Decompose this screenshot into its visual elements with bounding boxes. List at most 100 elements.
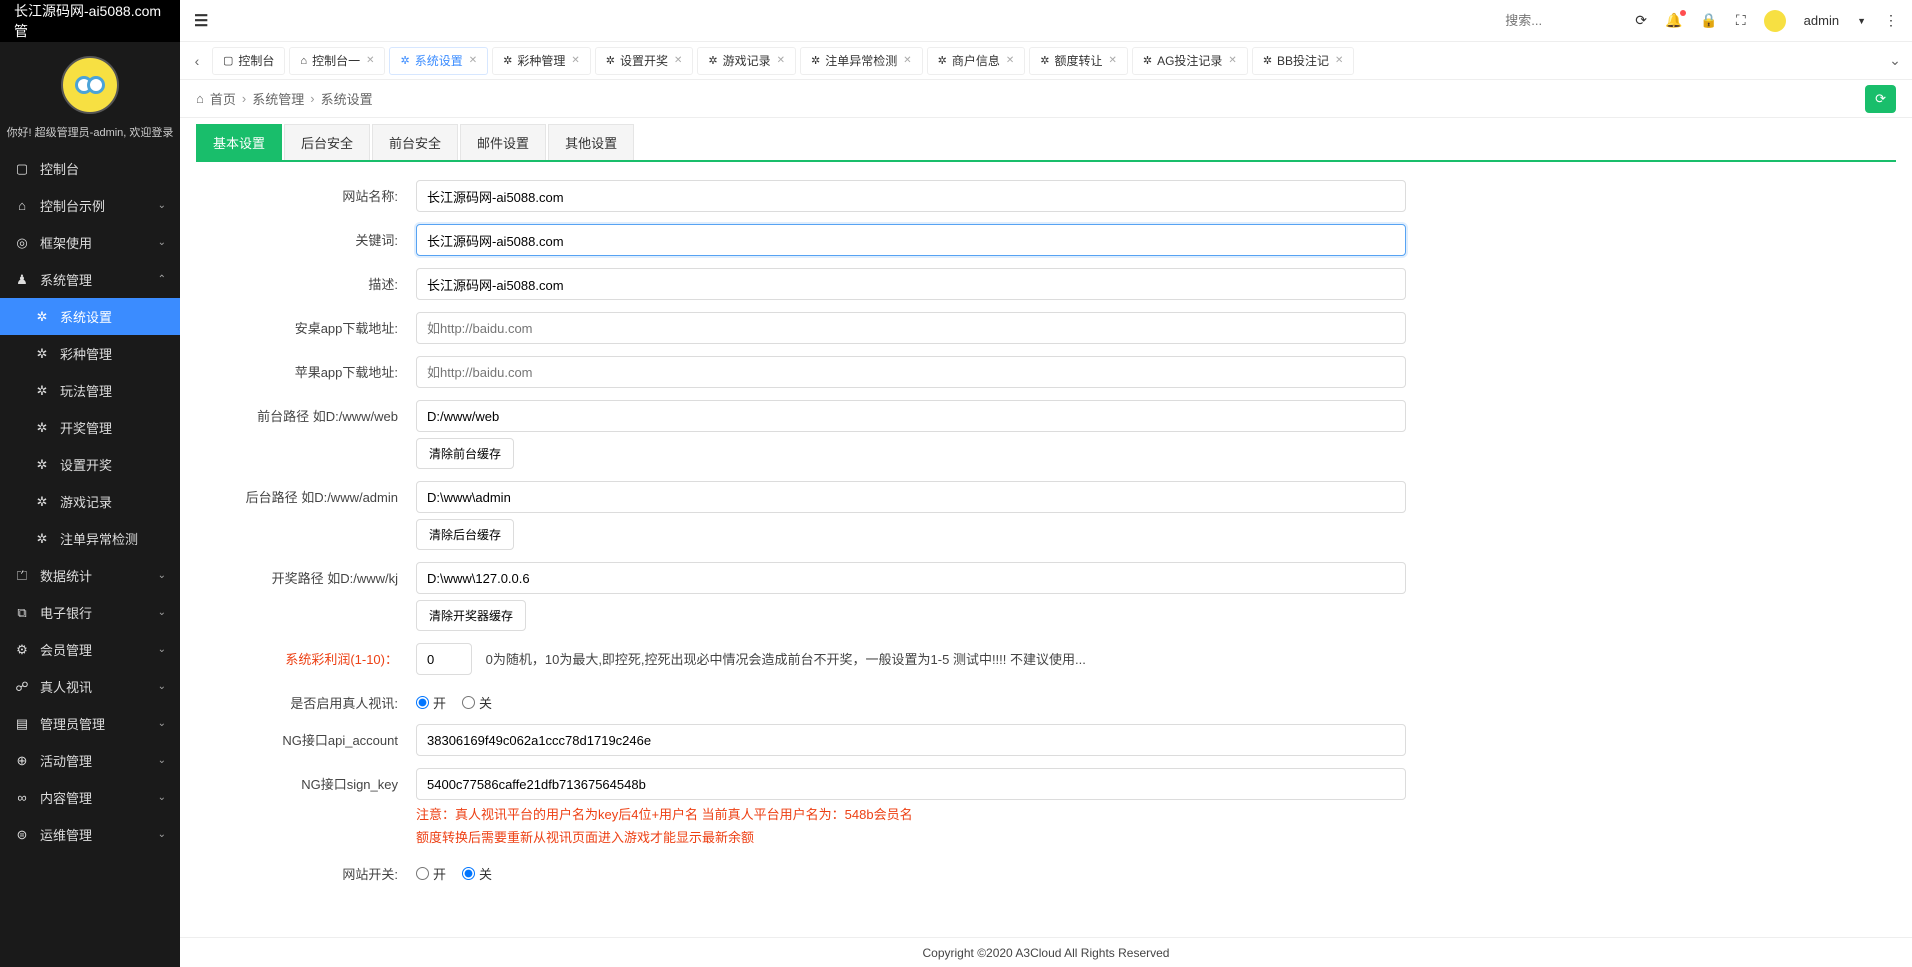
crumb-l2: 系统设置 <box>321 89 373 108</box>
close-icon[interactable]: ✕ <box>674 55 682 66</box>
tabs-next-icon[interactable]: ⌄ <box>1884 52 1906 69</box>
sidebar-toggle-icon[interactable]: ☰ <box>194 11 208 31</box>
tab-7[interactable]: ✲商户信息✕ <box>927 47 1026 75</box>
subtab-0[interactable]: 基本设置 <box>196 124 282 160</box>
sidebar-item-18[interactable]: ⊜运维管理⌄ <box>0 816 180 853</box>
btn-clear-admin-cache[interactable]: 清除后台缓存 <box>416 519 514 550</box>
tab-label: 控制台一 <box>312 52 360 69</box>
label-keywords: 关键词: <box>196 224 416 249</box>
tab-icon: ✲ <box>708 54 717 67</box>
crumb-home[interactable]: 首页 <box>210 89 236 108</box>
close-icon[interactable]: ✕ <box>1228 55 1236 66</box>
tab-label: 控制台 <box>238 52 274 69</box>
tab-5[interactable]: ✲游戏记录✕ <box>697 47 796 75</box>
tab-icon: ✲ <box>1263 54 1272 67</box>
tab-3[interactable]: ✲彩种管理✕ <box>492 47 591 75</box>
sidebar-item-7[interactable]: ✲开奖管理 <box>0 409 180 446</box>
input-ng-sign[interactable] <box>416 768 1406 800</box>
input-ios[interactable] <box>416 356 1406 388</box>
crumb-l1[interactable]: 系统管理 <box>252 89 304 108</box>
subtab-3[interactable]: 邮件设置 <box>460 124 546 160</box>
radio-real-video-on[interactable]: 开 <box>416 693 446 712</box>
input-profit[interactable] <box>416 643 472 675</box>
admin-name[interactable]: admin <box>1804 13 1839 28</box>
input-site-name[interactable] <box>416 180 1406 212</box>
breadcrumb-bar: ⌂ 首页 › 系统管理 › 系统设置 ⟳ <box>180 80 1912 118</box>
sidebar-item-9[interactable]: ✲游戏记录 <box>0 483 180 520</box>
label-real-video: 是否启用真人视讯: <box>196 687 416 712</box>
input-admin-path[interactable] <box>416 481 1406 513</box>
page-refresh-button[interactable]: ⟳ <box>1865 85 1896 113</box>
fullscreen-icon[interactable]: ⛶ <box>1736 12 1746 29</box>
tab-1[interactable]: ⌂控制台一✕ <box>289 47 385 75</box>
tab-2[interactable]: ✲系统设置✕ <box>389 47 488 75</box>
input-desc[interactable] <box>416 268 1406 300</box>
tab-icon: ✲ <box>1143 54 1152 67</box>
sidebar-item-12[interactable]: ⧉电子银行⌄ <box>0 594 180 631</box>
label-android: 安桌app下载地址: <box>196 312 416 337</box>
tab-6[interactable]: ✲注单异常检测✕ <box>800 47 923 75</box>
topbar-actions: ⟳ 🔔 🔒 ⛶ admin ▼ ⋮ <box>1635 10 1898 32</box>
sidebar-item-1[interactable]: ⌂控制台示例⌄ <box>0 187 180 224</box>
radio-site-switch-on[interactable]: 开 <box>416 864 446 883</box>
tab-label: BB投注记 <box>1277 52 1329 69</box>
sidebar-item-14[interactable]: ☍真人视讯⌄ <box>0 668 180 705</box>
radio-site-switch-off[interactable]: 关 <box>462 864 492 883</box>
tab-8[interactable]: ✲额度转让✕ <box>1029 47 1128 75</box>
label-site-switch: 网站开关: <box>196 858 416 883</box>
btn-clear-front-cache[interactable]: 清除前台缓存 <box>416 438 514 469</box>
close-icon[interactable]: ✕ <box>1108 55 1116 66</box>
sidebar-item-4[interactable]: ✲系统设置 <box>0 298 180 335</box>
bell-icon[interactable]: 🔔 <box>1665 12 1682 29</box>
close-icon[interactable]: ✕ <box>1006 55 1014 66</box>
sidebar-item-3[interactable]: ♟系统管理⌃ <box>0 261 180 298</box>
nav-label: 控制台 <box>40 159 79 178</box>
sidebar-item-6[interactable]: ✲玩法管理 <box>0 372 180 409</box>
input-keywords[interactable] <box>416 224 1406 256</box>
btn-clear-kj-cache[interactable]: 清除开奖器缓存 <box>416 600 526 631</box>
label-ng-account: NG接口api_account <box>196 724 416 749</box>
nav-label: 游戏记录 <box>60 492 112 511</box>
close-icon[interactable]: ✕ <box>366 55 374 66</box>
close-icon[interactable]: ✕ <box>571 55 579 66</box>
close-icon[interactable]: ✕ <box>777 55 785 66</box>
close-icon[interactable]: ✕ <box>903 55 911 66</box>
tab-10[interactable]: ✲ BB投注记 ✕ <box>1252 47 1355 75</box>
lock-icon[interactable]: 🔒 <box>1700 12 1717 29</box>
sidebar-item-17[interactable]: ∞内容管理⌄ <box>0 779 180 816</box>
more-icon[interactable]: ⋮ <box>1884 12 1898 29</box>
sidebar-item-11[interactable]: ⏍数据统计⌄ <box>0 557 180 594</box>
label-site-name: 网站名称: <box>196 180 416 205</box>
hint-profit: 0为随机，10为最大,即控死,控死出现必中情况会造成前台不开奖，一般设置为1-5… <box>486 649 1086 668</box>
close-icon[interactable]: ✕ <box>469 55 477 66</box>
sidebar-item-0[interactable]: ▢控制台 <box>0 150 180 187</box>
tab-label: 彩种管理 <box>517 52 565 69</box>
caret-down-icon[interactable]: ▼ <box>1857 16 1866 26</box>
admin-avatar-icon[interactable] <box>1764 10 1786 32</box>
chevron-icon: ⌄ <box>158 570 166 581</box>
tab-0[interactable]: ▢控制台 <box>212 47 285 75</box>
input-android[interactable] <box>416 312 1406 344</box>
tab-4[interactable]: ✲设置开奖✕ <box>595 47 694 75</box>
brand-title: 长江源码网-ai5088.com管 <box>0 0 180 42</box>
subtab-2[interactable]: 前台安全 <box>372 124 458 160</box>
input-kj-path[interactable] <box>416 562 1406 594</box>
close-icon[interactable]: ✕ <box>1335 55 1343 66</box>
search-input[interactable] <box>1505 13 1625 28</box>
sidebar-item-5[interactable]: ✲彩种管理 <box>0 335 180 372</box>
sidebar-item-16[interactable]: ⊕活动管理⌄ <box>0 742 180 779</box>
sidebar-item-15[interactable]: ▤管理员管理⌄ <box>0 705 180 742</box>
sidebar-item-10[interactable]: ✲注单异常检测 <box>0 520 180 557</box>
sidebar-item-8[interactable]: ✲设置开奖 <box>0 446 180 483</box>
subtab-4[interactable]: 其他设置 <box>548 124 634 160</box>
refresh-icon[interactable]: ⟳ <box>1635 12 1647 29</box>
topbar: ☰ ⟳ 🔔 🔒 ⛶ admin ▼ ⋮ <box>180 0 1912 42</box>
tab-9[interactable]: ✲AG投注记录✕ <box>1132 47 1248 75</box>
tabs-prev-icon[interactable]: ‹ <box>186 53 208 69</box>
radio-real-video-off[interactable]: 关 <box>462 693 492 712</box>
input-front-path[interactable] <box>416 400 1406 432</box>
subtab-1[interactable]: 后台安全 <box>284 124 370 160</box>
sidebar-item-2[interactable]: ◎框架使用⌄ <box>0 224 180 261</box>
sidebar-item-13[interactable]: ⚙会员管理⌄ <box>0 631 180 668</box>
input-ng-account[interactable] <box>416 724 1406 756</box>
